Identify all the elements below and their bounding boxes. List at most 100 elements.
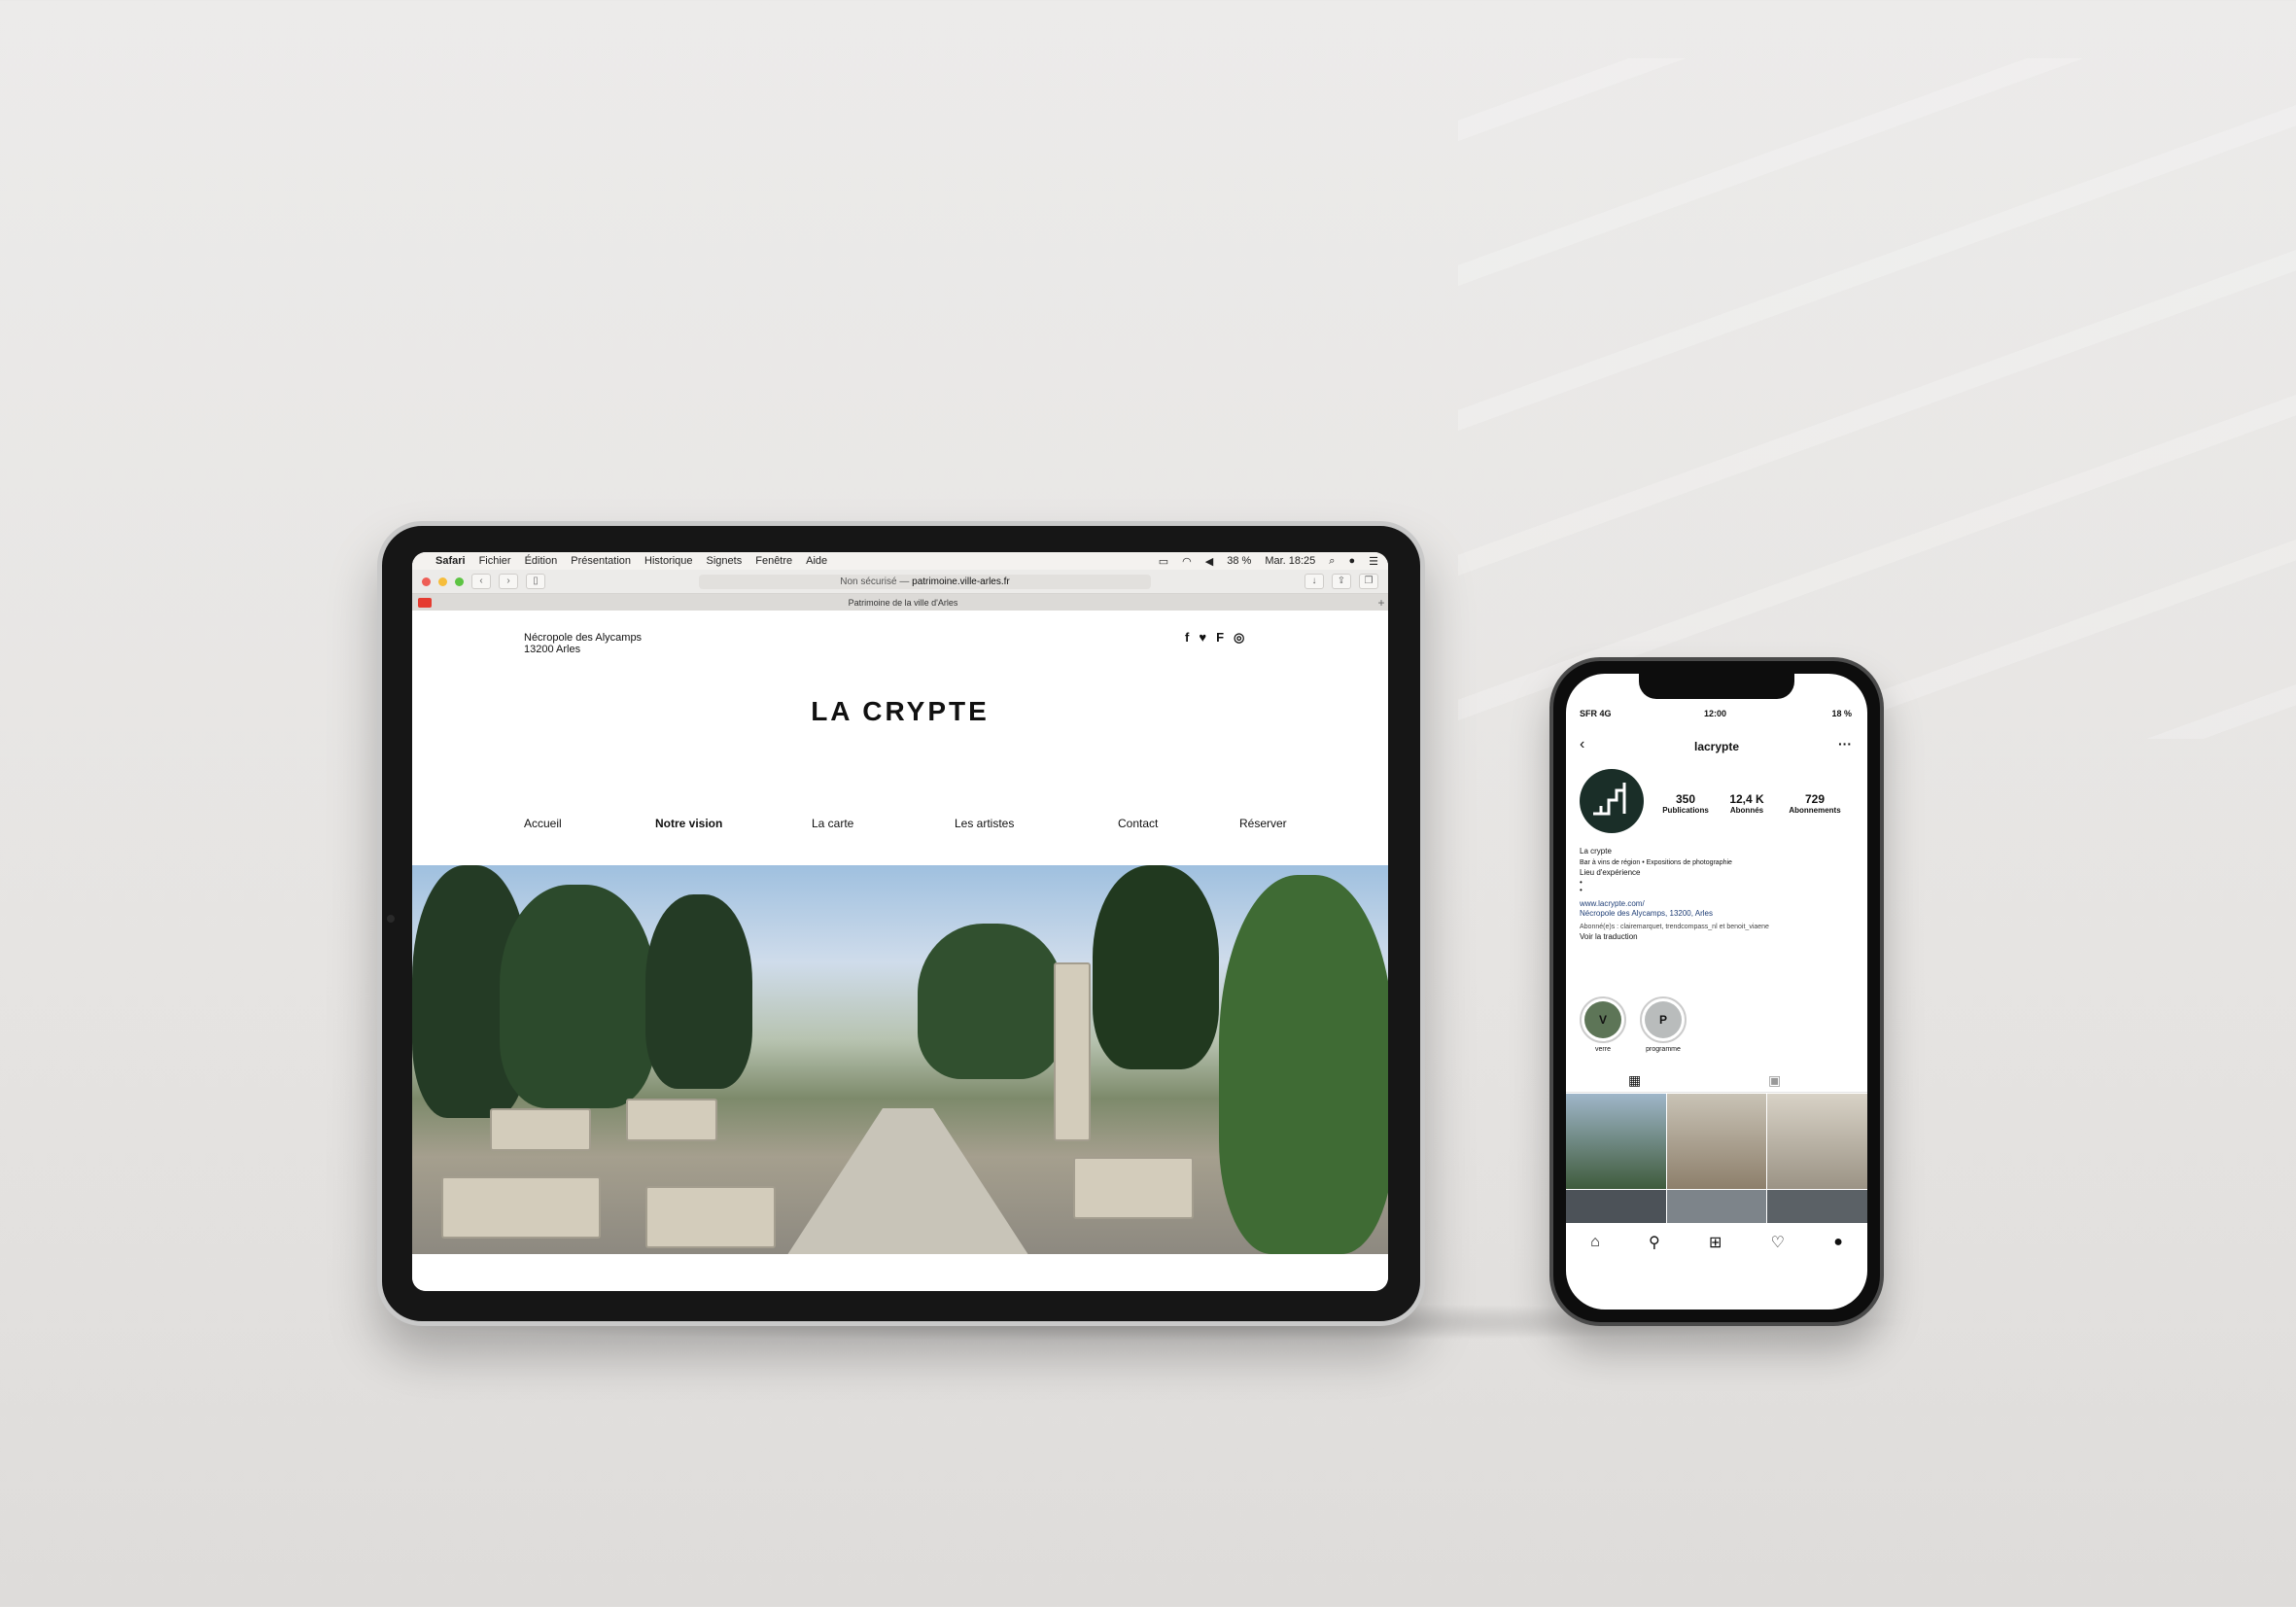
minimize-window-button[interactable] <box>438 576 447 586</box>
stat-following[interactable]: 729 Abonnements <box>1778 792 1852 815</box>
profile-icon[interactable]: ● <box>1833 1234 1843 1251</box>
sarcophagus-shape <box>441 1176 601 1239</box>
site-address: Nécropole des Alycamps 13200 Arles <box>524 632 642 655</box>
nav-contact[interactable]: Contact <box>1118 817 1158 830</box>
bio-name: La crypte <box>1580 847 1612 856</box>
social-links: f ♥ F ◎ <box>1185 630 1244 646</box>
profile-tabs: ▦ ▣ <box>1566 1070 1867 1093</box>
forward-button[interactable]: › <box>499 574 518 589</box>
post-thumbnail[interactable] <box>1666 1094 1767 1189</box>
highlight-programme[interactable]: P <box>1640 996 1687 1043</box>
website-page: Nécropole des Alycamps 13200 Arles f ♥ F… <box>412 611 1388 1291</box>
sidebar-toggle-button[interactable]: ▯ <box>526 574 545 589</box>
back-button[interactable]: ‹ <box>471 574 491 589</box>
menu-historique[interactable]: Historique <box>644 555 693 567</box>
post-grid <box>1566 1094 1867 1223</box>
bio-description: Bar à vins de région • Expositions de ph… <box>1580 859 1732 866</box>
tab-favicon-icon <box>418 598 432 608</box>
menu-safari[interactable]: Safari <box>435 555 466 567</box>
menubar-clock[interactable]: Mar. 18:25 <box>1265 555 1315 567</box>
bio-followed-by[interactable]: Abonné(e)s : clairemarquet, trendcompass… <box>1580 923 1769 932</box>
post-thumbnail[interactable] <box>1566 1094 1666 1189</box>
menu-edition[interactable]: Édition <box>525 555 558 567</box>
nav-reserver[interactable]: Réserver <box>1239 817 1287 830</box>
tagged-photos-icon[interactable]: ▣ <box>1768 1072 1781 1089</box>
menu-presentation[interactable]: Présentation <box>571 555 631 567</box>
highlight-verre[interactable]: V <box>1580 996 1626 1043</box>
stat-followers[interactable]: 12,4 K Abonnés <box>1720 792 1774 815</box>
zoom-window-button[interactable] <box>455 576 464 586</box>
foursquare-icon[interactable]: F <box>1216 630 1224 646</box>
wifi-icon[interactable]: ◠ <box>1182 555 1192 568</box>
stat-following-value: 729 <box>1804 792 1826 806</box>
menu-fenetre[interactable]: Fenêtre <box>755 555 792 567</box>
hero-photo-alyscamps <box>412 865 1388 1254</box>
profile-username: lacrypte <box>1693 740 1740 753</box>
profile-avatar[interactable] <box>1580 769 1644 833</box>
post-thumbnail[interactable] <box>1767 1094 1867 1189</box>
phone-device: SFR 4G 12:00 18 % ‹ lacrypte ··· 350 Pub… <box>1549 657 1884 1326</box>
crypte-logo-icon <box>1593 783 1626 816</box>
notification-center-icon[interactable]: ☰ <box>1369 555 1378 568</box>
alley-path <box>782 1108 1034 1254</box>
bottom-navigation: ⌂ ⚲ ⊞ ♡ ● <box>1566 1223 1867 1262</box>
tree-shape <box>918 924 1063 1079</box>
post-thumbnail[interactable] <box>1767 1190 1867 1223</box>
airplay-icon[interactable]: ▭ <box>1159 555 1168 568</box>
post-thumbnail[interactable] <box>1566 1190 1666 1223</box>
facebook-icon[interactable]: f <box>1185 630 1189 646</box>
share-button[interactable]: ⇪ <box>1332 574 1351 589</box>
tablet-device: Safari Fichier Édition Présentation Hist… <box>377 521 1425 1326</box>
nav-la-carte[interactable]: La carte <box>812 817 853 830</box>
stat-publications-value: 350 <box>1675 792 1696 806</box>
siri-icon[interactable]: ● <box>1348 555 1355 567</box>
close-window-button[interactable] <box>422 576 431 586</box>
sarcophagus-shape <box>626 1099 717 1141</box>
more-options-icon[interactable]: ··· <box>1838 736 1852 751</box>
grid-view-icon[interactable]: ▦ <box>1628 1072 1641 1089</box>
post-thumbnail[interactable] <box>1666 1190 1767 1223</box>
site-logo[interactable]: LA CRYPTE <box>412 696 1388 727</box>
tab-bar: Patrimoine de la ville d'Arles + <box>412 594 1388 611</box>
sarcophagus-shape <box>490 1108 591 1151</box>
stat-followers-label: Abonnés <box>1729 806 1764 815</box>
address-bar[interactable]: Non sécurisé — patrimoine.ville-arles.fr <box>699 574 1151 589</box>
highlight-programme-letter: P <box>1645 1001 1682 1038</box>
twitter-icon[interactable]: ♥ <box>1199 630 1206 646</box>
battery-status[interactable]: 38 % <box>1227 555 1251 567</box>
nav-accueil[interactable]: Accueil <box>524 817 562 830</box>
downloads-button[interactable]: ↓ <box>1305 574 1324 589</box>
nav-les-artistes[interactable]: Les artistes <box>955 817 1014 830</box>
new-post-icon[interactable]: ⊞ <box>1709 1233 1722 1252</box>
url-insecure-label: Non sécurisé — <box>840 576 910 587</box>
stat-publications[interactable]: 350 Publications <box>1653 792 1718 815</box>
sarcophagus-shape <box>1073 1157 1194 1219</box>
search-icon[interactable]: ⚲ <box>1649 1233 1660 1252</box>
address-line-1: Nécropole des Alycamps <box>524 632 643 644</box>
instagram-icon[interactable]: ◎ <box>1234 630 1244 646</box>
sarcophagus-shape <box>645 1186 776 1248</box>
menu-fichier[interactable]: Fichier <box>479 555 511 567</box>
safari-toolbar: ‹ › ▯ Non sécurisé — patrimoine.ville-ar… <box>412 570 1388 594</box>
menu-signets[interactable]: Signets <box>707 555 743 567</box>
new-tab-button[interactable]: + <box>1374 596 1388 610</box>
menu-aide[interactable]: Aide <box>806 555 827 567</box>
activity-heart-icon[interactable]: ♡ <box>1771 1233 1785 1252</box>
volume-icon[interactable]: ◀ <box>1205 555 1213 568</box>
stat-publications-label: Publications <box>1662 806 1709 815</box>
stat-followers-value: 12,4 K <box>1729 792 1764 806</box>
highlight-verre-letter: V <box>1584 1001 1621 1038</box>
mac-menubar: Safari Fichier Édition Présentation Hist… <box>412 552 1388 570</box>
home-icon[interactable]: ⌂ <box>1590 1234 1600 1251</box>
nav-notre-vision[interactable]: Notre vision <box>655 817 722 830</box>
address-line-2: 13200 Arles <box>524 644 581 655</box>
see-translation-link[interactable]: Voir la traduction <box>1580 932 1638 942</box>
tabs-overview-button[interactable]: ❐ <box>1359 574 1378 589</box>
tablet-screen: Safari Fichier Édition Présentation Hist… <box>412 552 1388 1291</box>
bio-location-link[interactable]: Nécropole des Alycamps, 13200, Arles <box>1580 909 1713 919</box>
bio-website-link[interactable]: www.lacrypte.com/ <box>1580 899 1645 909</box>
phone-screen: SFR 4G 12:00 18 % ‹ lacrypte ··· 350 Pub… <box>1566 674 1867 1310</box>
spotlight-icon[interactable]: ⌕ <box>1329 555 1335 568</box>
carrier-label: SFR 4G <box>1580 709 1612 718</box>
active-tab-title[interactable]: Patrimoine de la ville d'Arles <box>432 598 1374 608</box>
